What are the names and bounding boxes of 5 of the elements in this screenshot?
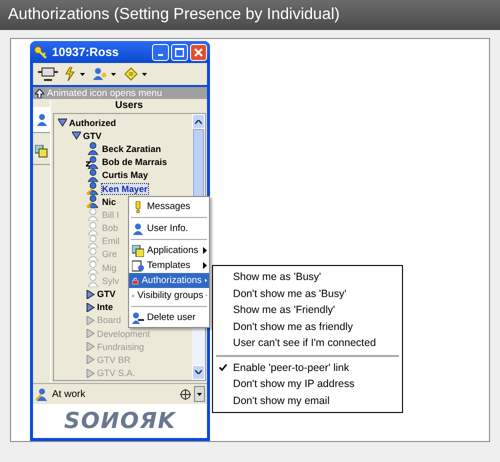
window-title: 10937:Ross <box>52 45 120 59</box>
column-header: Users <box>114 99 144 113</box>
page-title: Authorizations (Setting Presence by Individual) <box>8 6 340 24</box>
logo: SOИOЯK <box>64 408 176 434</box>
hint-text: Animated icon opens menu <box>47 88 162 98</box>
